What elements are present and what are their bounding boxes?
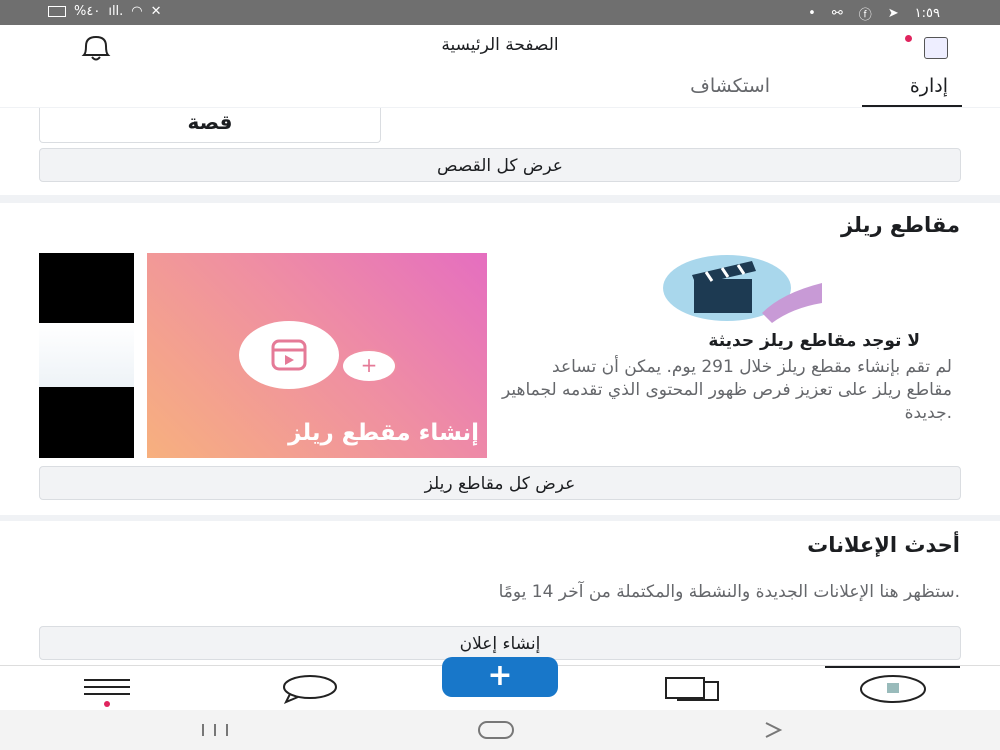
chat-icon[interactable] — [280, 674, 338, 704]
system-nav-bar — [0, 710, 1000, 750]
menu-icon[interactable] — [82, 674, 132, 710]
wifi-icon: ◠ — [131, 4, 143, 19]
link-icon: ⚯ — [831, 6, 843, 21]
add-icon: + — [341, 349, 397, 383]
facebook-icon: ⓕ — [858, 8, 872, 23]
profile-avatar-icon[interactable] — [860, 674, 926, 704]
recents-icon[interactable] — [197, 722, 237, 738]
battery-icon — [48, 6, 66, 17]
reels-card: مقاطع ريلز + إنشاء مقطع ريلز لا توجد مقا… — [0, 203, 1000, 515]
app-header: الصفحة الرئيسية إدارة استكشاف — [0, 25, 1000, 107]
telegram-icon: ➤ — [887, 6, 899, 21]
dot-icon: • — [808, 6, 816, 21]
clapperboard-icon — [663, 255, 822, 323]
page-avatar[interactable] — [924, 37, 948, 59]
back-icon[interactable] — [762, 720, 786, 740]
reel-preview-image — [39, 323, 134, 387]
status-bar: %٤٠ ıll. ◠ ✕ • ⚯ ⓕ ➤ ١:٥٩ — [0, 0, 1000, 25]
empty-reels-text: لم تقم بإنشاء مقطع ريلز خلال 291 يوم. يم… — [502, 357, 952, 423]
ads-description: ستظهر هنا الإعلانات الجديدة والنشطة والم… — [498, 582, 960, 602]
content-icon[interactable] — [663, 674, 721, 704]
create-reel-label: إنشاء مقطع ريلز — [288, 420, 479, 446]
mute-icon: ✕ — [150, 4, 162, 19]
tab-manage[interactable]: إدارة — [910, 75, 948, 97]
create-ad-button[interactable]: إنشاء إعلان — [39, 626, 961, 660]
ads-card: أحدث الإعلانات ستظهر هنا الإعلانات الجدي… — [0, 521, 1000, 665]
reel-icon — [239, 321, 339, 389]
create-reel-card[interactable]: + إنشاء مقطع ريلز — [147, 253, 487, 458]
page-title: الصفحة الرئيسية — [441, 35, 559, 55]
ads-title: أحدث الإعلانات — [807, 533, 960, 557]
stories-card: قصة عرض كل القصص — [0, 108, 1000, 195]
battery-level: %٤٠ — [74, 4, 101, 19]
reels-title: مقاطع ريلز — [840, 213, 960, 237]
notification-dot — [905, 35, 912, 42]
create-button[interactable]: + — [442, 657, 558, 697]
nav-active-indicator — [825, 666, 960, 668]
tab-explore[interactable]: استكشاف — [690, 75, 770, 97]
clock: ١:٥٩ — [914, 6, 940, 21]
tab-active-indicator — [862, 105, 962, 107]
story-item[interactable]: قصة — [39, 108, 381, 143]
view-all-stories-button[interactable]: عرض كل القصص — [39, 148, 961, 182]
view-all-reels-button[interactable]: عرض كل مقاطع ريلز — [39, 466, 961, 500]
signal-icon: ıll. — [108, 4, 124, 19]
home-icon[interactable] — [475, 719, 519, 741]
reel-preview-thumbnail[interactable] — [39, 253, 134, 458]
tab-bar: إدارة استكشاف — [0, 71, 1000, 107]
empty-reels-title: لا توجد مقاطع ريلز حديثة — [708, 331, 920, 351]
